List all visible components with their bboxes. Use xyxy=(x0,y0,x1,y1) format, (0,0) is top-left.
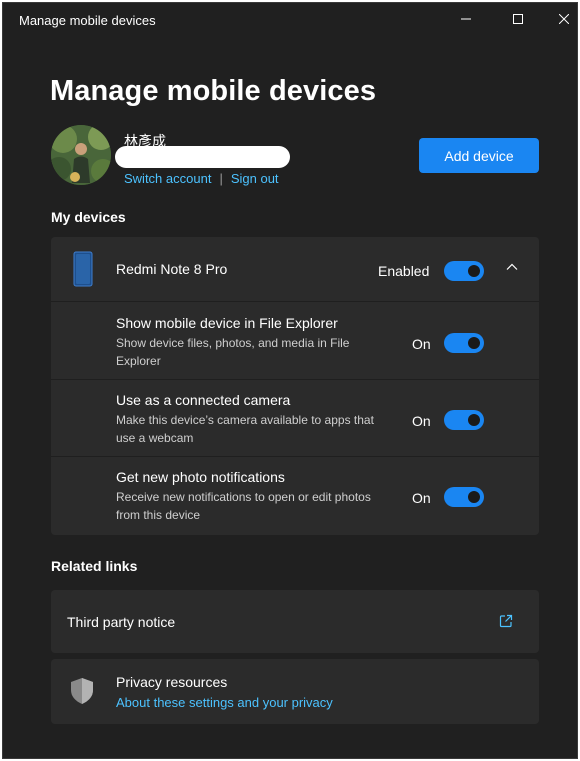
connected-camera-toggle[interactable] xyxy=(444,410,484,430)
shield-icon xyxy=(71,678,93,704)
redacted-email xyxy=(115,146,290,168)
third-party-notice-label: Third party notice xyxy=(67,614,176,630)
page-title: Manage mobile devices xyxy=(50,75,377,107)
privacy-settings-link[interactable]: About these settings and your privacy xyxy=(116,695,333,710)
device-status-label: Enabled xyxy=(378,263,430,279)
setting-state-label: On xyxy=(412,336,431,352)
close-button[interactable] xyxy=(541,3,577,35)
setting-title: Use as a connected camera xyxy=(116,392,291,408)
minimize-icon xyxy=(461,18,471,20)
setting-photo-notifications: Get new photo notifications Receive new … xyxy=(51,457,539,534)
sign-out-link[interactable]: Sign out xyxy=(231,171,279,186)
maximize-icon xyxy=(513,14,523,24)
maximize-button[interactable] xyxy=(495,3,541,35)
link-separator: | xyxy=(219,171,223,186)
setting-file-explorer: Show mobile device in File Explorer Show… xyxy=(51,303,539,380)
setting-title: Get new photo notifications xyxy=(116,469,285,485)
setting-state-label: On xyxy=(412,413,431,429)
device-header[interactable]: Redmi Note 8 Pro Enabled xyxy=(51,237,539,302)
photo-notifications-toggle[interactable] xyxy=(444,487,484,507)
privacy-resources-title: Privacy resources xyxy=(116,674,228,690)
minimize-button[interactable] xyxy=(443,3,489,35)
app-window: Manage mobile devices Manage mobile devi… xyxy=(2,2,578,759)
add-device-button[interactable]: Add device xyxy=(419,138,539,173)
third-party-notice-link[interactable]: Third party notice xyxy=(51,590,539,653)
phone-icon xyxy=(73,251,93,287)
avatar xyxy=(51,125,111,185)
chevron-up-icon[interactable] xyxy=(506,263,518,271)
setting-description: Show device files, photos, and media in … xyxy=(116,336,350,368)
privacy-resources-card: Privacy resources About these settings a… xyxy=(51,659,539,724)
title-bar: Manage mobile devices xyxy=(3,3,577,37)
file-explorer-toggle[interactable] xyxy=(444,333,484,353)
setting-description: Make this device’s camera available to a… xyxy=(116,413,374,445)
close-icon xyxy=(559,14,569,24)
device-name: Redmi Note 8 Pro xyxy=(116,261,228,277)
my-devices-heading: My devices xyxy=(51,209,126,225)
setting-connected-camera: Use as a connected camera Make this devi… xyxy=(51,380,539,457)
device-card: Redmi Note 8 Pro Enabled Show mobile dev… xyxy=(51,237,539,535)
external-link-icon xyxy=(499,614,513,628)
account-links: Switch account | Sign out xyxy=(124,171,279,186)
window-title: Manage mobile devices xyxy=(19,13,156,28)
setting-description: Receive new notifications to open or edi… xyxy=(116,490,371,522)
switch-account-link[interactable]: Switch account xyxy=(124,171,211,186)
setting-state-label: On xyxy=(412,490,431,506)
setting-title: Show mobile device in File Explorer xyxy=(116,315,338,331)
related-links-heading: Related links xyxy=(51,558,138,574)
device-enabled-toggle[interactable] xyxy=(444,261,484,281)
